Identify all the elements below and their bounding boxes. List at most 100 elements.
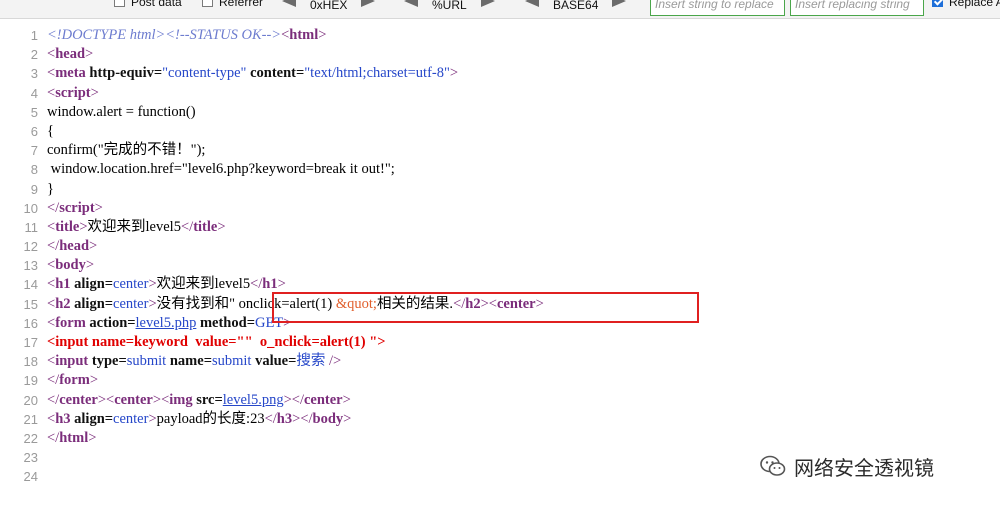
watermark-text: 网络安全透视镜 bbox=[794, 455, 934, 480]
line-number: 2 bbox=[30, 47, 38, 63]
tag-bracket: < bbox=[47, 295, 56, 312]
source-line: 5 window.alert = function() bbox=[0, 103, 1000, 122]
attr-equals: = bbox=[203, 353, 212, 370]
tag-bracket: > bbox=[318, 27, 327, 43]
attr-name: name bbox=[169, 353, 204, 370]
tag-name: center bbox=[114, 391, 153, 408]
tag-name: html bbox=[59, 429, 89, 446]
attr-equals: = bbox=[104, 295, 114, 312]
tag-name: h1 bbox=[55, 276, 71, 293]
tag-name: script bbox=[55, 84, 91, 101]
tag-name: title bbox=[193, 218, 218, 235]
base64-label: BASE64 bbox=[553, 0, 599, 12]
attr-value: center bbox=[113, 410, 149, 427]
attr-equals: = bbox=[104, 276, 114, 293]
hex-label: 0xHEX bbox=[310, 0, 348, 12]
attr-value: center bbox=[113, 276, 149, 293]
tag-bracket: </ bbox=[47, 372, 60, 389]
tag-bracket: < bbox=[47, 410, 56, 427]
attr-value: center bbox=[113, 295, 149, 312]
post-data-checkbox[interactable]: Post data bbox=[114, 0, 182, 9]
tag-name: h3 bbox=[276, 410, 293, 427]
replace-all-checkbox-box[interactable] bbox=[932, 0, 943, 7]
tag-bracket: </ bbox=[47, 199, 60, 216]
attr-name: align bbox=[74, 276, 105, 293]
watermark: 网络安全透视镜 bbox=[760, 452, 934, 480]
source-line: 11 <title>欢迎来到level5</title> bbox=[0, 218, 1000, 237]
hex-encode-arrow-icon[interactable] bbox=[361, 0, 376, 7]
source-link[interactable]: level5.php bbox=[136, 315, 197, 331]
page-source-view: 1 <!DOCTYPE html><!--STATUS OK--><html> 2… bbox=[0, 26, 1000, 487]
attr-value: 搜索 bbox=[296, 353, 326, 370]
source-line: 6{ bbox=[0, 122, 1000, 141]
tag-bracket: < bbox=[47, 46, 56, 63]
tag-name: head bbox=[59, 238, 90, 255]
line-number: 24 bbox=[23, 469, 38, 485]
line-number: 8 bbox=[30, 162, 38, 178]
attr-value: submit bbox=[126, 353, 167, 370]
tag-bracket: > bbox=[148, 295, 157, 312]
script-text: { bbox=[47, 122, 54, 139]
post-data-checkbox-box[interactable] bbox=[114, 0, 125, 7]
tag-bracket: < bbox=[47, 353, 56, 370]
tag-bracket: > bbox=[79, 218, 88, 235]
tag-bracket: </ bbox=[250, 276, 263, 293]
tag-name: head bbox=[55, 46, 86, 63]
source-line: 10 </script> bbox=[0, 199, 1000, 218]
attr-name: http-equiv bbox=[89, 65, 154, 82]
tag-bracket: </ bbox=[47, 238, 60, 255]
base64-decode-arrow-icon[interactable] bbox=[525, 0, 539, 7]
search-string-input[interactable]: Insert string to replace bbox=[650, 0, 785, 16]
base64-encode-arrow-icon[interactable] bbox=[612, 0, 627, 7]
tag-name: input bbox=[55, 353, 89, 370]
attr-equals: = bbox=[214, 391, 223, 408]
tag-name: script bbox=[59, 199, 95, 216]
source-link[interactable]: level5.png bbox=[223, 392, 284, 408]
tag-bracket: > bbox=[277, 276, 286, 293]
line-number: 11 bbox=[24, 219, 39, 235]
tag-name: html bbox=[289, 27, 319, 43]
tag-bracket: > bbox=[342, 391, 351, 408]
source-line: 1 <!DOCTYPE html><!--STATUS OK--><html> bbox=[0, 26, 1000, 45]
line-number: 10 bbox=[23, 200, 38, 216]
url-label: %URL bbox=[432, 0, 467, 12]
script-text: confirm("完成的不错！"); bbox=[47, 142, 206, 159]
url-decode-arrow-icon[interactable] bbox=[404, 0, 418, 7]
tag-bracket: < bbox=[47, 84, 56, 101]
line-number: 6 bbox=[30, 123, 38, 139]
replace-all-label: Replace A bbox=[949, 0, 1000, 9]
referrer-checkbox-box[interactable] bbox=[202, 0, 213, 7]
line-number: 13 bbox=[23, 258, 38, 274]
url-encode-arrow-icon[interactable] bbox=[480, 0, 495, 7]
replace-string-input[interactable]: Insert replacing string bbox=[790, 0, 924, 16]
attr-name: method bbox=[199, 314, 247, 331]
tag-name: center bbox=[59, 391, 98, 408]
tag-bracket: < bbox=[106, 391, 115, 408]
tag-name: center bbox=[303, 391, 343, 408]
annotation-highlight-box bbox=[272, 292, 699, 323]
tag-name: h1 bbox=[262, 276, 278, 293]
source-line: 3 <meta http-equiv="content-type" content… bbox=[0, 64, 1000, 83]
tag-bracket: > bbox=[89, 372, 98, 389]
attr-name: value bbox=[255, 353, 289, 370]
attr-equals: = bbox=[104, 410, 114, 427]
replace-all-checkbox[interactable]: Replace A bbox=[932, 0, 1000, 9]
tag-name: form bbox=[59, 372, 90, 389]
attr-equals: = bbox=[127, 314, 136, 331]
hex-encode-group: 0xHEX bbox=[282, 0, 376, 12]
attr-equals: = bbox=[246, 314, 255, 331]
hex-decode-arrow-icon[interactable] bbox=[282, 0, 296, 7]
attr-equals: = bbox=[153, 65, 163, 82]
doctype: <!DOCTYPE html> bbox=[47, 27, 166, 43]
tag-bracket: > bbox=[88, 429, 97, 446]
text-node: 欢迎来到level5 bbox=[87, 218, 181, 235]
line-number: 5 bbox=[30, 104, 38, 120]
referrer-checkbox[interactable]: Referrer bbox=[202, 0, 263, 9]
tag-bracket: > bbox=[148, 276, 157, 293]
tag-name: body bbox=[55, 257, 86, 274]
tag-bracket: > bbox=[90, 84, 99, 101]
referrer-label: Referrer bbox=[219, 0, 264, 9]
tag-bracket: < bbox=[47, 218, 56, 235]
script-text: } bbox=[47, 180, 54, 197]
tag-bracket: > bbox=[343, 410, 352, 427]
